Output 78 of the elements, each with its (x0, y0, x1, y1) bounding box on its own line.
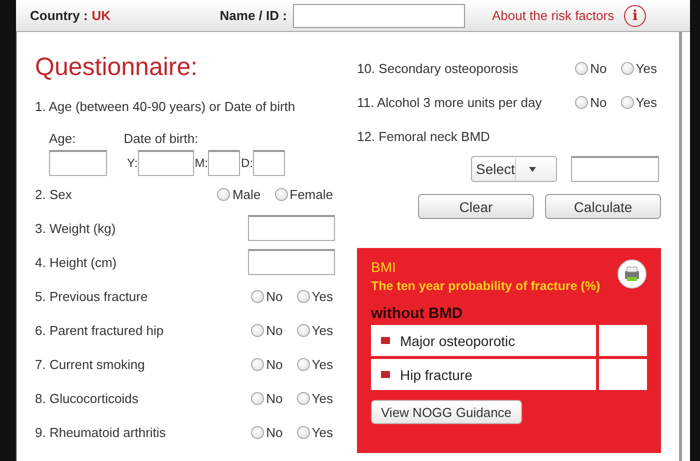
radio-button[interactable] (620, 96, 634, 108)
question-label: 8. Glucocorticoids (35, 390, 140, 406)
date-field[interactable] (138, 150, 194, 176)
radio-option[interactable]: No (251, 288, 283, 304)
question-label: 10. Secondary osteoporosis (357, 60, 520, 76)
country-label: Country : (30, 8, 88, 23)
results-subtitle: The ten year probability of fracture (%) (371, 279, 600, 293)
question-label: 5. Previous fracture (35, 288, 149, 304)
radio-button[interactable] (251, 392, 264, 404)
radio-option[interactable]: Yes (620, 94, 657, 110)
radio-button[interactable] (575, 62, 588, 74)
date-part-label: Y: (127, 156, 138, 170)
radio-option[interactable]: Yes (296, 322, 333, 338)
radio-option[interactable]: No (251, 424, 283, 440)
radio-option[interactable]: No (251, 322, 283, 338)
printer-icon[interactable] (617, 259, 647, 289)
guidance-button[interactable]: View NOGG Guidance (371, 400, 522, 424)
radio-option[interactable]: No (575, 60, 607, 76)
radio-button[interactable] (575, 96, 588, 108)
radio-button[interactable] (251, 290, 264, 302)
radio-button[interactable] (296, 358, 310, 370)
date-field[interactable] (208, 150, 240, 176)
question-label: 12. Femoral neck BMD (357, 128, 491, 144)
radio-option[interactable]: Yes (296, 390, 333, 406)
result-value (599, 359, 647, 390)
radio-button[interactable] (251, 426, 264, 438)
input-field[interactable] (248, 249, 335, 275)
name-label: Name / ID : (220, 8, 287, 23)
question-label: 7. Current smoking (35, 356, 146, 372)
form-button[interactable]: Calculate (545, 194, 661, 219)
bmd-field[interactable] (571, 156, 659, 182)
radio-option[interactable]: No (251, 356, 283, 372)
questionnaire-title: Questionnaire: (35, 52, 199, 82)
radio-button[interactable] (251, 324, 264, 336)
bullet-icon (381, 337, 390, 344)
name-field[interactable] (292, 4, 465, 28)
input-field[interactable] (248, 215, 335, 241)
bullet-icon (381, 371, 390, 378)
radio-option[interactable]: Yes (296, 356, 333, 372)
bmi-label: BMI (371, 259, 397, 275)
result-value (599, 325, 647, 356)
date-part-label: M: (194, 156, 208, 170)
radio-option[interactable]: No (575, 94, 607, 110)
radio-button[interactable] (620, 62, 634, 74)
question-label: 9. Rheumatoid arthritis (35, 424, 167, 440)
radio-button[interactable] (274, 188, 288, 200)
section-heading: without BMD (371, 305, 464, 322)
result-label: Hip fracture (371, 359, 596, 390)
radio-button[interactable] (217, 188, 230, 200)
radio-option[interactable]: No (251, 390, 283, 406)
bmd-select[interactable]: Select (471, 156, 557, 182)
radio-button[interactable] (296, 324, 310, 336)
question-label: 4. Height (cm) (35, 254, 118, 270)
question-label: 6. Parent fractured hip (35, 322, 165, 338)
radio-option[interactable]: Yes (296, 288, 333, 304)
country-value: UK (92, 8, 112, 23)
question-label: 3. Weight (kg) (35, 220, 117, 236)
age-label: Age: (49, 130, 76, 146)
radio-option[interactable]: Yes (620, 60, 657, 76)
radio-button[interactable] (296, 426, 310, 438)
radio-button[interactable] (296, 392, 310, 404)
radio-option[interactable]: Female (274, 186, 333, 202)
form-button[interactable]: Clear (418, 194, 534, 219)
radio-option[interactable]: Male (217, 186, 261, 202)
question-label: 2. Sex (35, 186, 73, 202)
radio-button[interactable] (296, 290, 310, 302)
radio-button[interactable] (251, 358, 264, 370)
info-icon[interactable]: i (624, 4, 646, 26)
result-label: Major osteoporotic (371, 325, 596, 356)
date-field[interactable] (253, 150, 286, 176)
question-label: 1. Age (between 40-90 years) or Date of birth (35, 98, 296, 116)
age-field[interactable] (49, 150, 107, 176)
radio-option[interactable]: Yes (296, 424, 333, 440)
caret-icon (529, 166, 536, 172)
question-label: 11. Alcohol 3 more units per day (357, 94, 543, 110)
dob-label: Date of birth: (124, 130, 198, 146)
date-part-label: D: (241, 156, 254, 170)
about-link[interactable]: About the risk factors (492, 8, 614, 23)
